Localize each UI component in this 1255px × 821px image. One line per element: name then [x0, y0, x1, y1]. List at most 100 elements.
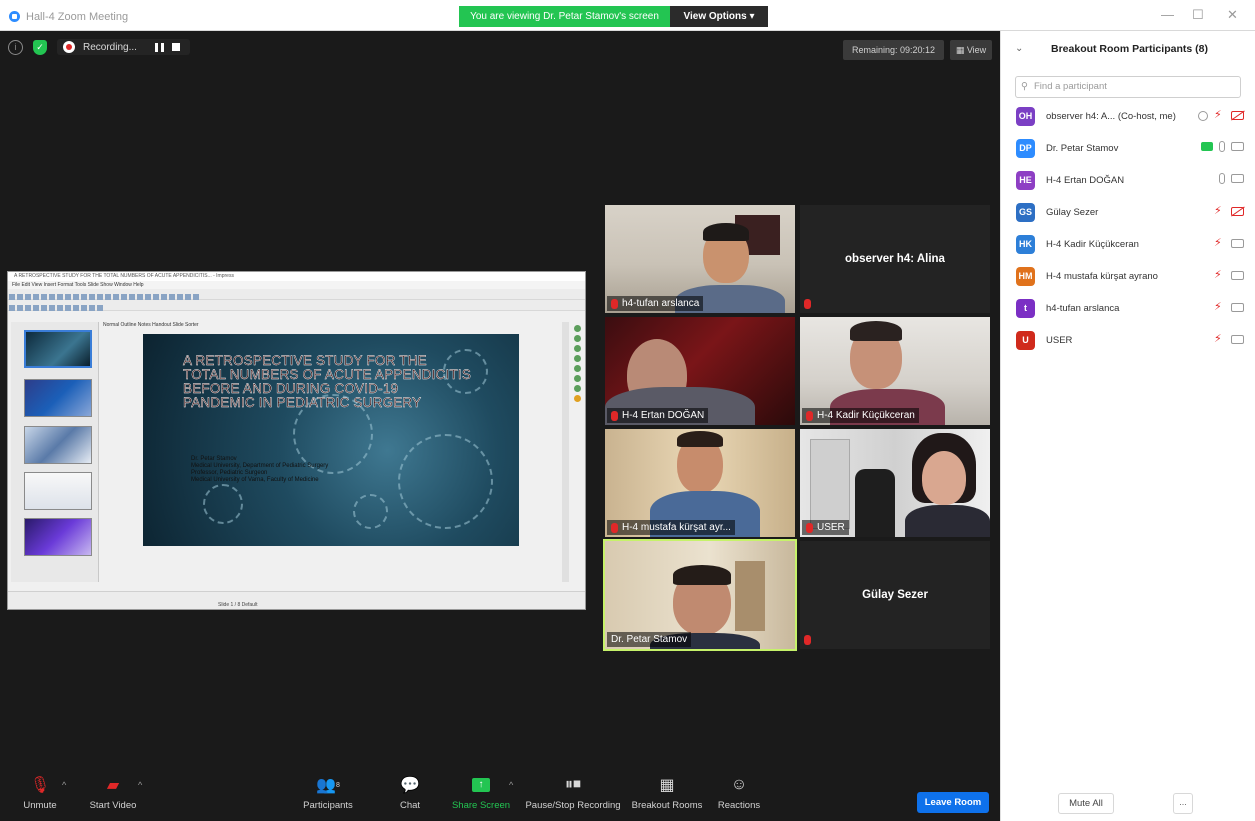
- video-tile[interactable]: USER: [800, 429, 990, 537]
- video-tile[interactable]: H-4 mustafa kürşat ayr...: [605, 429, 795, 537]
- unmute-button[interactable]: 🎙 Unmute: [18, 774, 62, 811]
- chevron-down-icon[interactable]: ⌄: [1015, 43, 1023, 54]
- avatar: DP: [1016, 139, 1035, 158]
- participant-row[interactable]: DP Dr. Petar Stamov: [1001, 133, 1255, 165]
- participant-name: H-4 Ertan DOĞAN: [622, 410, 705, 421]
- camera-icon[interactable]: [1231, 142, 1244, 151]
- mic-icon[interactable]: [1219, 141, 1225, 152]
- mic-muted-icon[interactable]: ⚡: [1214, 301, 1225, 314]
- camera-icon[interactable]: [1231, 174, 1244, 183]
- status-icon: [1198, 110, 1208, 121]
- info-icon[interactable]: i: [8, 39, 23, 55]
- view-options-button[interactable]: View Options ▾: [670, 6, 768, 27]
- tile-nameplate: H-4 Kadir Küçükceran: [802, 408, 919, 423]
- stop-recording-icon[interactable]: [171, 43, 180, 51]
- camera-off-icon[interactable]: [1231, 111, 1244, 120]
- sidebar-icons: [574, 322, 584, 405]
- security-shield-icon[interactable]: ✓: [33, 39, 47, 55]
- participant-name: H-4 mustafa kürşat ayr...: [622, 522, 731, 533]
- shared-app-toolbar: [8, 289, 585, 300]
- participant-row-name: H-4 mustafa kürşat ayrano: [1046, 271, 1158, 282]
- participant-row[interactable]: HM H-4 mustafa kürşat ayrano ⚡: [1001, 261, 1255, 293]
- participants-label: Participants: [303, 800, 353, 811]
- reactions-label: Reactions: [717, 800, 761, 811]
- share-screen-button[interactable]: ↑ Share Screen: [450, 774, 512, 811]
- share-options-caret[interactable]: ^: [509, 780, 513, 790]
- video-tile[interactable]: H-4 Kadir Küçükceran: [800, 317, 990, 425]
- panel-header: ⌄ Breakout Room Participants (8): [1001, 31, 1255, 69]
- tile-nameplate: H-4 mustafa kürşat ayr...: [607, 520, 735, 535]
- tile-nameplate: H-4 Ertan DOĞAN: [607, 408, 709, 423]
- find-participant-placeholder: Find a participant: [1034, 81, 1107, 92]
- shared-screen[interactable]: A RETROSPECTIVE STUDY FOR THE TOTAL NUMB…: [7, 271, 586, 610]
- audio-options-caret[interactable]: ^: [62, 780, 66, 790]
- participants-panel: ⌄ Breakout Room Participants (8) ⚲ Find …: [1000, 31, 1255, 821]
- video-options-caret[interactable]: ^: [138, 780, 142, 790]
- camera-off-icon[interactable]: [1231, 207, 1244, 216]
- slide-thumbnail: [24, 472, 92, 510]
- participants-button[interactable]: 👥 8 Participants: [300, 774, 356, 811]
- mic-muted-icon[interactable]: ⚡: [1214, 205, 1225, 218]
- camera-icon[interactable]: [1231, 335, 1244, 344]
- avatar: t: [1016, 299, 1035, 318]
- mic-muted-icon[interactable]: ⚡: [1214, 237, 1225, 250]
- close-icon[interactable]: ✕: [1227, 7, 1238, 23]
- camera-off-icon: ▰: [106, 777, 120, 794]
- participant-row[interactable]: U USER ⚡: [1001, 325, 1255, 357]
- video-tile[interactable]: h4-tufan arslanca: [605, 205, 795, 313]
- tile-nameplate: Dr. Petar Stamov: [607, 632, 692, 647]
- camera-icon[interactable]: [1231, 303, 1244, 312]
- participant-row-name: observer h4: A... (Co-host, me): [1046, 111, 1176, 122]
- maximize-icon[interactable]: ☐: [1192, 7, 1204, 23]
- participant-row[interactable]: HK H-4 Kadir Küçükceran ⚡: [1001, 229, 1255, 261]
- mic-muted-icon[interactable]: ⚡: [1214, 109, 1225, 122]
- share-screen-label: Share Screen: [451, 800, 511, 811]
- camera-icon[interactable]: [1231, 239, 1244, 248]
- video-tile[interactable]: Gülay Sezer: [800, 541, 990, 649]
- mic-muted-icon: [806, 410, 813, 421]
- mic-icon[interactable]: [1219, 173, 1225, 184]
- pause-stop-recording-label: Pause/Stop Recording: [525, 800, 621, 811]
- slide-authors: Dr. Petar Stamov Medical University, Dep…: [191, 456, 329, 483]
- avatar: U: [1016, 331, 1035, 350]
- remaining-time: Remaining: 09:20:12: [843, 40, 944, 60]
- participant-row[interactable]: OH observer h4: A... (Co-host, me) ⚡: [1001, 101, 1255, 133]
- find-participant-input[interactable]: ⚲ Find a participant: [1015, 76, 1241, 98]
- mic-muted-icon[interactable]: ⚡: [1214, 333, 1225, 346]
- view-button-label: View: [966, 45, 987, 55]
- meeting-top-left: i ✓ Recording...: [8, 36, 190, 58]
- camera-icon[interactable]: [1231, 271, 1244, 280]
- window-title: Hall-4 Zoom Meeting: [26, 11, 129, 23]
- shared-app-toolbar-2: [8, 300, 585, 311]
- chat-button[interactable]: 💬 Chat: [392, 774, 428, 811]
- participant-row[interactable]: GS Gülay Sezer ⚡: [1001, 197, 1255, 229]
- video-tile-active-speaker[interactable]: Dr. Petar Stamov: [603, 539, 797, 651]
- recording-indicator: Recording...: [57, 39, 190, 55]
- mic-muted-icon[interactable]: ⚡: [1214, 269, 1225, 282]
- leave-room-button[interactable]: Leave Room: [917, 792, 989, 813]
- reactions-button[interactable]: ☺ Reactions: [714, 774, 764, 811]
- video-tile[interactable]: H-4 Ertan DOĞAN: [605, 317, 795, 425]
- video-tile[interactable]: observer h4: Alina: [800, 205, 990, 313]
- participant-row[interactable]: HE H-4 Ertan DOĞAN: [1001, 165, 1255, 197]
- mute-all-button[interactable]: Mute All: [1058, 793, 1114, 814]
- minimize-icon[interactable]: —: [1161, 7, 1174, 22]
- pause-stop-icon: ⏸⏹: [564, 776, 581, 793]
- breakout-rooms-button[interactable]: ▦ Breakout Rooms: [630, 774, 704, 811]
- slide-scrollbar[interactable]: [562, 322, 569, 582]
- view-button[interactable]: ▦ View: [950, 40, 992, 60]
- grid-icon: ▦: [955, 45, 967, 55]
- title-bar: Hall-4 Zoom Meeting You are viewing Dr. …: [0, 0, 1255, 31]
- pause-recording-icon[interactable]: [154, 42, 164, 52]
- pause-stop-recording-button[interactable]: ⏸⏹ Pause/Stop Recording: [524, 774, 622, 811]
- unmute-label: Unmute: [23, 800, 57, 811]
- participant-row[interactable]: t h4-tufan arslanca ⚡: [1001, 293, 1255, 325]
- start-video-button[interactable]: ▰ Start Video: [84, 774, 142, 811]
- mic-muted-icon: [804, 299, 811, 309]
- slide-thumbnail: [24, 330, 92, 368]
- avatar: HE: [1016, 171, 1035, 190]
- meeting-area: i ✓ Recording... Remaining: 09:20:12 ▦ V…: [0, 31, 1000, 821]
- mic-muted-icon: [611, 522, 618, 533]
- record-dot-icon: [63, 41, 75, 53]
- more-options-button[interactable]: ...: [1173, 793, 1193, 814]
